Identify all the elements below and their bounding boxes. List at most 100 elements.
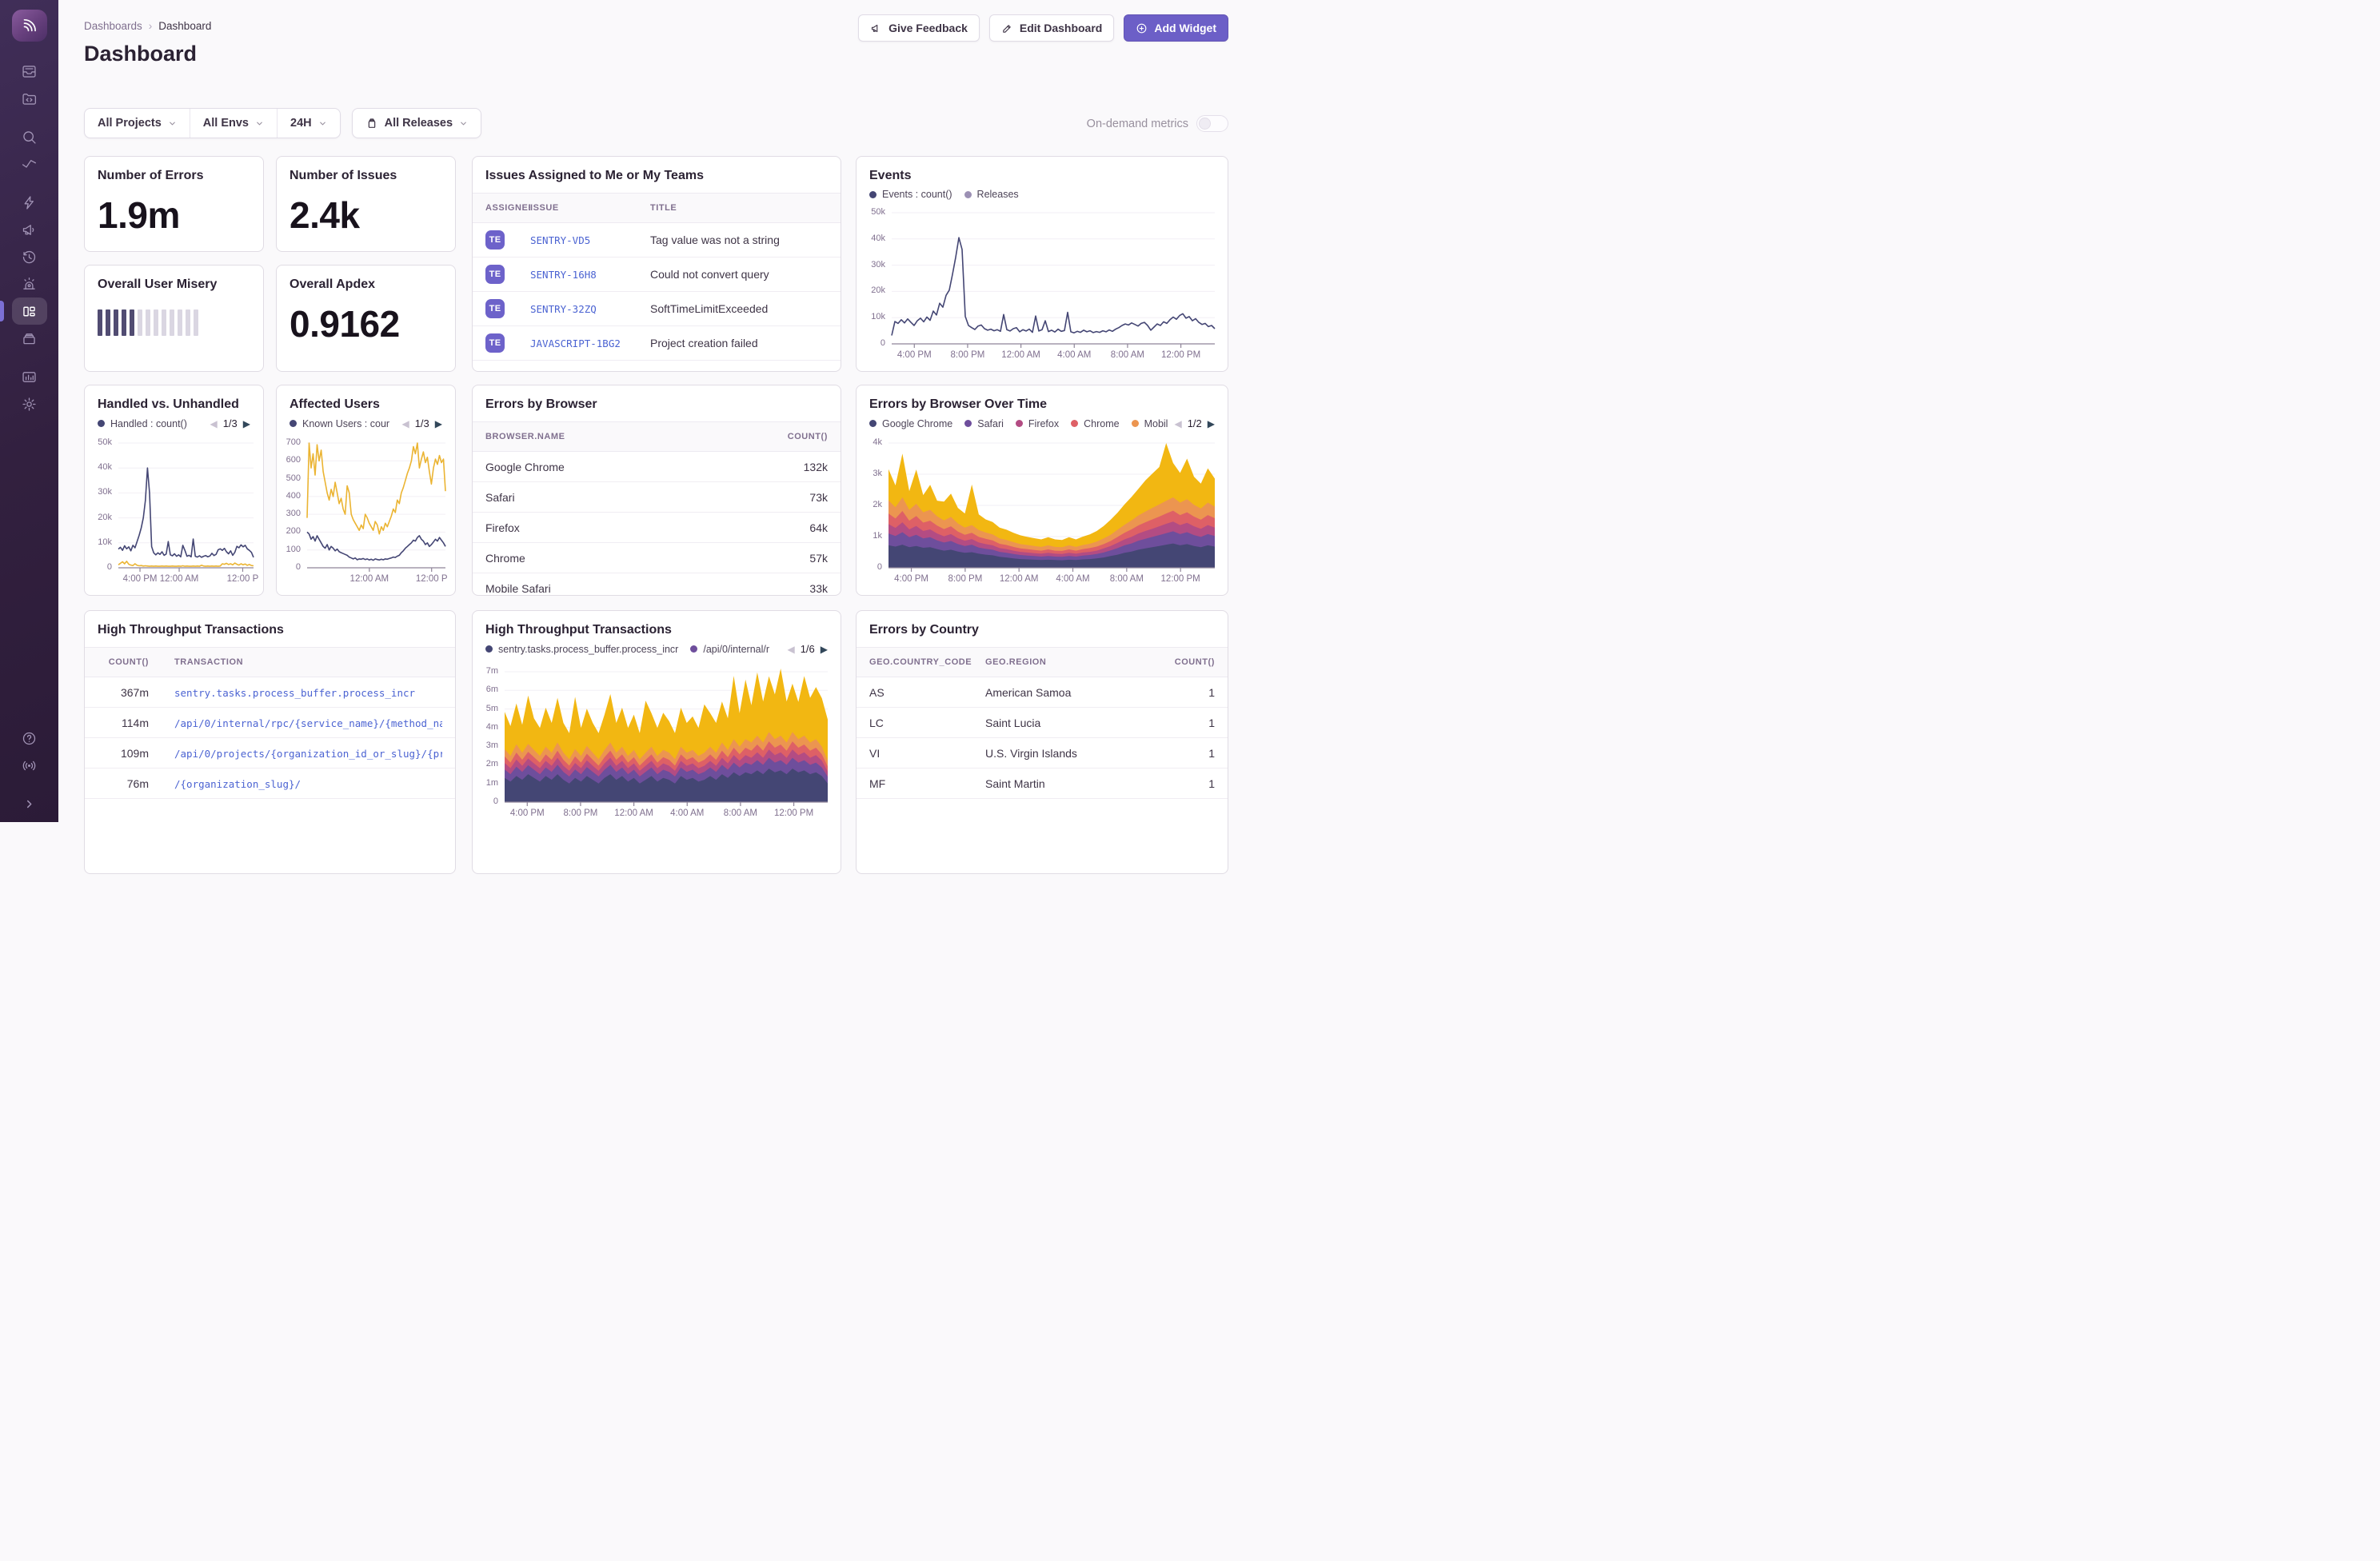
assignee-badge[interactable]: TE xyxy=(485,333,505,353)
pagination-prev-icon[interactable]: ◀ xyxy=(210,418,217,429)
axis-label: 8:00 AM xyxy=(723,808,758,818)
edit-dashboard-button[interactable]: Edit Dashboard xyxy=(988,14,1115,42)
sidebar-item-projects[interactable] xyxy=(12,85,47,112)
sidebar-item-replays[interactable] xyxy=(12,243,47,270)
widget-title: Issues Assigned to Me or My Teams xyxy=(485,169,704,182)
siren-icon xyxy=(23,277,35,289)
gear-icon xyxy=(22,397,36,411)
errors-by-country-table: GEO.COUNTRY_CODE GEO.REGION COUNT() AS Ameri… xyxy=(857,647,1228,799)
axis-label: 12:00 PM xyxy=(1160,574,1200,584)
table-link[interactable]: /{organization_slug}/ xyxy=(174,778,301,790)
axis-label: 12:00 P xyxy=(415,574,448,584)
sidebar-item-discover[interactable] xyxy=(12,150,47,178)
line-series xyxy=(891,237,1216,336)
pagination-next-icon[interactable]: ▶ xyxy=(821,644,828,655)
axis-label: 0 xyxy=(295,562,301,572)
sidebar-item-releases[interactable] xyxy=(12,325,47,352)
legend-item[interactable]: Known Users : cour xyxy=(290,418,389,429)
legend-item[interactable]: Mobile S xyxy=(1131,418,1168,429)
misery-bar-empty xyxy=(178,309,182,336)
column-header: ASSIGNEE xyxy=(485,203,530,213)
table-cell: MF xyxy=(869,777,886,790)
legend-item[interactable]: Chrome xyxy=(1071,418,1120,429)
misery-bar-empty xyxy=(154,309,158,336)
sidebar-item-issues[interactable] xyxy=(12,58,47,85)
axis-label: 4:00 PM xyxy=(894,574,928,584)
widget-title: Overall Apdex xyxy=(290,277,376,291)
stats-icon xyxy=(22,371,36,382)
edit-dashboard-label: Edit Dashboard xyxy=(1019,22,1103,34)
table-link[interactable]: /api/0/internal/rpc/{service_name}/{meth… xyxy=(174,717,442,729)
sidebar-item-explore[interactable] xyxy=(12,123,47,150)
metric-value: 2.4k xyxy=(290,194,360,236)
legend-item[interactable]: Handled : count() xyxy=(98,418,187,429)
add-widget-button[interactable]: Add Widget xyxy=(1124,14,1228,42)
pagination-prev-icon[interactable]: ◀ xyxy=(1174,418,1181,429)
pagination-prev-icon[interactable]: ◀ xyxy=(787,644,794,655)
table-link[interactable]: sentry.tasks.process_buffer.process_incr xyxy=(174,687,415,699)
give-feedback-button[interactable]: Give Feedback xyxy=(858,14,980,42)
table-cell: 76m xyxy=(126,777,149,790)
project-filter[interactable]: All Projects xyxy=(85,109,190,138)
table-link[interactable]: SENTRY-32ZQ xyxy=(530,303,597,315)
sidebar-item-alerts[interactable] xyxy=(12,270,47,297)
legend-item[interactable]: Firefox xyxy=(1015,418,1059,429)
axis-label: 12:00 P xyxy=(226,574,259,584)
user-misery-gauge xyxy=(85,309,263,336)
legend-item[interactable]: sentry.tasks.process_buffer.process_incr xyxy=(485,644,678,655)
pagination-next-icon[interactable]: ▶ xyxy=(243,418,250,429)
legend-dot xyxy=(1015,420,1023,427)
sidebar-item-whats-new[interactable] xyxy=(12,752,47,779)
legend-dot xyxy=(485,645,493,653)
releases-filter[interactable]: All Releases xyxy=(351,108,482,138)
legend-pagination: ◀ 1/3 ▶ xyxy=(210,417,250,429)
on-demand-toggle[interactable] xyxy=(1196,115,1228,132)
axis-label: 200 xyxy=(286,526,301,537)
table-link[interactable]: SENTRY-VD5 xyxy=(530,234,590,246)
column-header: GEO.REGION xyxy=(985,657,1047,667)
dashboards-icon xyxy=(23,306,35,316)
assignee-badge[interactable]: TE xyxy=(485,230,505,250)
table-link[interactable]: JAVASCRIPT-1BG2 xyxy=(530,337,621,349)
widget-title: Events xyxy=(869,169,912,182)
metric-value: 1.9m xyxy=(98,194,180,236)
date-range-filter[interactable]: 24H xyxy=(277,109,340,138)
assignee-badge[interactable]: TE xyxy=(485,299,505,318)
sidebar-item-stats[interactable] xyxy=(12,363,47,390)
axis-label: 12:00 AM xyxy=(159,574,199,584)
legend-item[interactable]: Events : count() xyxy=(869,189,952,200)
high-throughput-transactions-plot xyxy=(505,669,828,806)
legend-pagination: ◀ 1/3 ▶ xyxy=(401,417,442,429)
sidebar-collapse-button[interactable] xyxy=(12,790,47,817)
axis-label: 4:00 AM xyxy=(1056,574,1090,584)
sidebar-item-user-feedback[interactable] xyxy=(12,216,47,243)
legend-item[interactable]: Releases xyxy=(964,189,1019,200)
legend-item[interactable]: /api/0/internal/r xyxy=(690,644,769,655)
breadcrumb-dashboards-link[interactable]: Dashboards xyxy=(84,20,142,32)
table-cell: 1 xyxy=(1208,777,1215,790)
axis-label: 4m xyxy=(485,721,498,732)
environment-filter[interactable]: All Envs xyxy=(189,109,277,138)
table-row: TE SENTRY-32ZQ SoftTimeLimitExceeded xyxy=(473,292,841,326)
table-cell: 367m xyxy=(120,685,149,699)
table-link[interactable]: SENTRY-16H8 xyxy=(530,269,597,281)
sentry-logo[interactable] xyxy=(11,10,47,42)
sentry-logo-icon xyxy=(23,18,36,32)
legend-item[interactable]: Safari xyxy=(964,418,1004,429)
pagination-prev-icon[interactable]: ◀ xyxy=(401,418,409,429)
filter-bar: All Projects All Envs 24H All Releases xyxy=(84,108,482,138)
assignee-badge[interactable]: TE xyxy=(485,265,505,284)
sidebar-item-performance[interactable] xyxy=(12,189,47,216)
sidebar-item-dashboards[interactable] xyxy=(11,297,47,325)
misery-bar-empty xyxy=(138,309,142,336)
sidebar-item-help[interactable] xyxy=(12,725,47,752)
widget-number-of-errors: Number of Errors 1.9m xyxy=(84,156,264,252)
table-cell: Firefox xyxy=(485,521,520,534)
widget-errors-by-browser-over-time: Errors by Browser Over Time Google Chrom… xyxy=(856,385,1228,596)
sidebar-item-settings[interactable] xyxy=(12,390,47,417)
table-link[interactable]: /api/0/projects/{organization_id_or_slug… xyxy=(174,748,442,760)
pagination-next-icon[interactable]: ▶ xyxy=(435,418,442,429)
line-series xyxy=(306,531,446,561)
legend-item[interactable]: Google Chrome xyxy=(869,418,952,429)
pagination-next-icon[interactable]: ▶ xyxy=(1208,418,1215,429)
